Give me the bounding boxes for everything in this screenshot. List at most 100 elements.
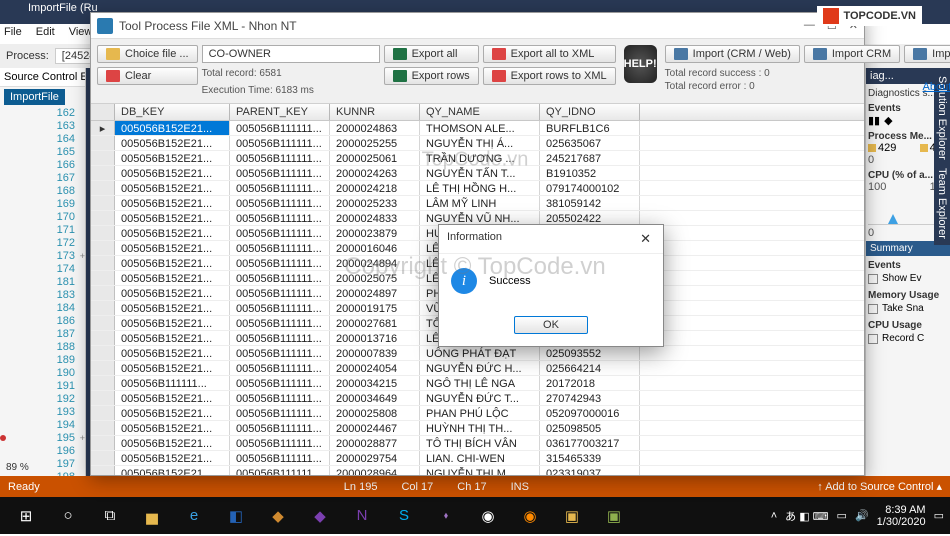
cell[interactable]: 025635067 (540, 136, 640, 150)
cell[interactable]: 005056B111111... (230, 361, 330, 375)
menu-edit[interactable]: Edit (36, 26, 55, 42)
cell[interactable]: 005056B111111... (230, 376, 330, 390)
chrome-icon[interactable]: ◉ (468, 501, 508, 531)
cell[interactable]: NGUYỄN VŨ NH... (420, 211, 540, 225)
cell[interactable]: 005056B111111... (230, 166, 330, 180)
row-header[interactable] (91, 376, 115, 390)
minimize-icon[interactable]: — (804, 19, 815, 32)
cell[interactable]: 2000024263 (330, 166, 420, 180)
table-row[interactable]: 005056B152E21...005056B111111...20000258… (91, 406, 864, 421)
cell[interactable]: 005056B152E21... (115, 271, 230, 285)
cell[interactable]: 205502422 (540, 211, 640, 225)
zoom-level[interactable]: 89 % (2, 461, 33, 474)
pause-icon[interactable]: ▮▮ (868, 114, 880, 127)
cell[interactable]: 005056B111111... (230, 151, 330, 165)
cell[interactable]: 005056B152E21... (115, 316, 230, 330)
table-row[interactable]: 005056B152E21...005056B111111...20000242… (91, 181, 864, 196)
import-crm-web-button[interactable]: Import (CRM / Web) (665, 45, 800, 63)
cell[interactable]: 005056B111111... (230, 346, 330, 360)
cell[interactable]: 005056B152E21... (115, 466, 230, 475)
search-icon[interactable]: ○ (48, 501, 88, 531)
cell[interactable]: 005056B152E21... (115, 391, 230, 405)
cell[interactable]: 005056B111111... (230, 211, 330, 225)
import-crm-button[interactable]: Import CRM (804, 45, 900, 63)
cell[interactable]: 005056B152E21... (115, 256, 230, 270)
cell[interactable]: 005056B152E21... (115, 286, 230, 300)
row-header[interactable] (91, 391, 115, 405)
cell[interactable]: B1910352 (540, 166, 640, 180)
cell[interactable]: TRẦN DƯƠNG ... (420, 151, 540, 165)
cell[interactable]: 005056B111111... (230, 331, 330, 345)
export-all-button[interactable]: Export all (384, 45, 479, 63)
start-button[interactable]: ⊞ (6, 501, 46, 531)
record-cpu[interactable]: Record C (868, 331, 948, 346)
cell[interactable]: 005056B152E21... (115, 451, 230, 465)
cell[interactable]: 005056B152E21... (115, 121, 230, 135)
cell[interactable]: 2000025075 (330, 271, 420, 285)
cell[interactable]: 2000024054 (330, 361, 420, 375)
table-row[interactable]: 005056B152E21...005056B111111...20000244… (91, 421, 864, 436)
table-row[interactable]: 005056B111111...005056B111111...20000342… (91, 376, 864, 391)
cell[interactable]: BURFLB1C6 (540, 121, 640, 135)
export-rows-xml-button[interactable]: Export rows to XML (483, 67, 616, 85)
taskview-icon[interactable]: ⧉ (90, 501, 130, 531)
tray-net-icon[interactable]: ▭ (837, 509, 847, 522)
file-field[interactable]: CO-OWNER (202, 45, 380, 63)
cell[interactable]: 2000027681 (330, 316, 420, 330)
col-parent[interactable]: PARENT_KEY (230, 104, 330, 120)
cell[interactable]: NGUYỄN TẤN T... (420, 166, 540, 180)
tray-up-icon[interactable]: ˄ (771, 510, 777, 522)
cell[interactable]: 005056B111111... (230, 286, 330, 300)
cell[interactable]: 2000016046 (330, 241, 420, 255)
cell[interactable]: 005056B152E21... (115, 136, 230, 150)
generic-app-icon-2[interactable]: ◆ (300, 501, 340, 531)
skype-icon[interactable]: S (384, 501, 424, 531)
cell[interactable]: 052097000016 (540, 406, 640, 420)
cell[interactable]: 381059142 (540, 196, 640, 210)
cell[interactable]: THOMSON ALE... (420, 121, 540, 135)
cell[interactable]: NGUYỄN ĐỨC H... (420, 361, 540, 375)
cell[interactable]: HUỲNH THỊ TH... (420, 421, 540, 435)
clear-button[interactable]: Clear (97, 67, 198, 85)
row-header[interactable] (91, 346, 115, 360)
cell[interactable]: UÔNG PHÁT ĐẠT (420, 346, 540, 360)
cell[interactable]: 023319037 (540, 466, 640, 475)
cell[interactable]: 005056B152E21... (115, 406, 230, 420)
row-header[interactable] (91, 286, 115, 300)
col-dbkey[interactable]: DB_KEY (115, 104, 230, 120)
cell[interactable]: 2000024833 (330, 211, 420, 225)
table-row[interactable]: 005056B152E21...005056B111111...20000252… (91, 196, 864, 211)
menu-view[interactable]: View (69, 26, 93, 42)
row-header[interactable] (91, 331, 115, 345)
cell[interactable]: 2000025255 (330, 136, 420, 150)
row-header[interactable] (91, 226, 115, 240)
cell[interactable]: NGUYỄN THỊ Á... (420, 136, 540, 150)
cell[interactable]: 025664214 (540, 361, 640, 375)
cell[interactable]: 2000029754 (330, 451, 420, 465)
cell[interactable]: 005056B111111... (230, 196, 330, 210)
table-row[interactable]: ▸005056B152E21...005056B111111...2000024… (91, 121, 864, 136)
cell[interactable]: 2000007839 (330, 346, 420, 360)
cell[interactable]: 005056B111111... (230, 226, 330, 240)
cell[interactable]: 2000025061 (330, 151, 420, 165)
row-header[interactable] (91, 241, 115, 255)
cell[interactable]: 005056B111111... (115, 376, 230, 390)
cell[interactable]: TÔ THỊ BÍCH VÂN (420, 436, 540, 450)
row-header[interactable] (91, 181, 115, 195)
row-header[interactable] (91, 301, 115, 315)
about-link[interactable]: About (923, 81, 950, 93)
table-row[interactable]: 005056B152E21...005056B111111...20000252… (91, 136, 864, 151)
onenote-icon[interactable]: N (342, 501, 382, 531)
col-kunnr[interactable]: KUNNR (330, 104, 420, 120)
cell[interactable]: 005056B152E21... (115, 166, 230, 180)
taskbar[interactable]: ⊞ ○ ⧉ ▅ e ◧ ◆ ◆ N S ⬪ ◉ ◉ ▣ ▣ ˄ あ ◧ ⌨ ▭ … (0, 497, 950, 534)
marker-icon[interactable]: ◆ (884, 114, 892, 127)
cell[interactable]: 005056B111111... (230, 421, 330, 435)
cell[interactable]: 005056B152E21... (115, 331, 230, 345)
table-row[interactable]: 005056B152E21...005056B111111...20000346… (91, 391, 864, 406)
row-header[interactable] (91, 166, 115, 180)
cell[interactable]: 2000019175 (330, 301, 420, 315)
row-header[interactable] (91, 466, 115, 475)
cell[interactable]: NGUYỄN THỊ M... (420, 466, 540, 475)
vs-icon[interactable]: ⬪ (426, 501, 466, 531)
